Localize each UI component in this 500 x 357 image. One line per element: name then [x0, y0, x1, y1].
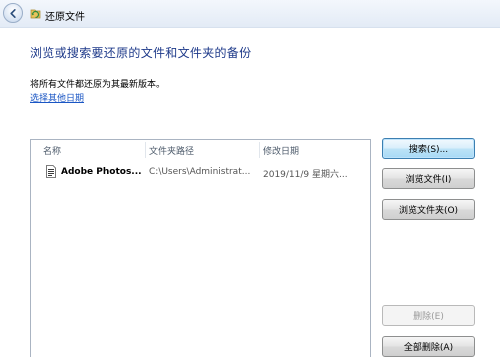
back-arrow-icon [9, 8, 16, 18]
browse-files-button[interactable]: 浏览文件(I) [382, 168, 475, 189]
delete-button[interactable]: 删除(E) [382, 305, 475, 326]
column-divider [259, 142, 260, 158]
window-title: 还原文件 [45, 12, 85, 23]
document-icon [46, 165, 56, 178]
browse-folders-button[interactable]: 浏览文件夹(O) [382, 199, 475, 220]
file-name: Adobe Photos... [61, 167, 142, 177]
delete-all-button[interactable]: 全部删除(A) [382, 336, 475, 357]
column-header-name[interactable]: 名称 [43, 144, 61, 157]
column-divider [145, 142, 146, 158]
restore-description: 将所有文件都还原为其最新版本。 [30, 80, 166, 90]
page-heading: 浏览或搜索要还原的文件和文件夹的备份 [30, 46, 252, 60]
title-bar: 还原文件 [0, 0, 500, 28]
date-modified: 2019/11/9 星期六... [263, 170, 348, 180]
column-header-folder-path[interactable]: 文件夹路径 [149, 144, 194, 157]
list-header: 名称 文件夹路径 修改日期 [31, 140, 370, 160]
search-button[interactable]: 搜索(S)... [382, 138, 475, 159]
restore-files-icon [30, 9, 41, 19]
choose-other-date-link[interactable]: 选择其他日期 [30, 91, 84, 104]
list-item[interactable]: Adobe Photos... C:\Users\Administrat... … [31, 163, 370, 181]
backup-file-list[interactable]: 名称 文件夹路径 修改日期 Adobe Photos... C:\Users\A… [30, 139, 371, 357]
back-button[interactable] [3, 3, 23, 23]
column-header-date-modified[interactable]: 修改日期 [263, 144, 299, 157]
folder-path: C:\Users\Administrat... [149, 167, 251, 177]
